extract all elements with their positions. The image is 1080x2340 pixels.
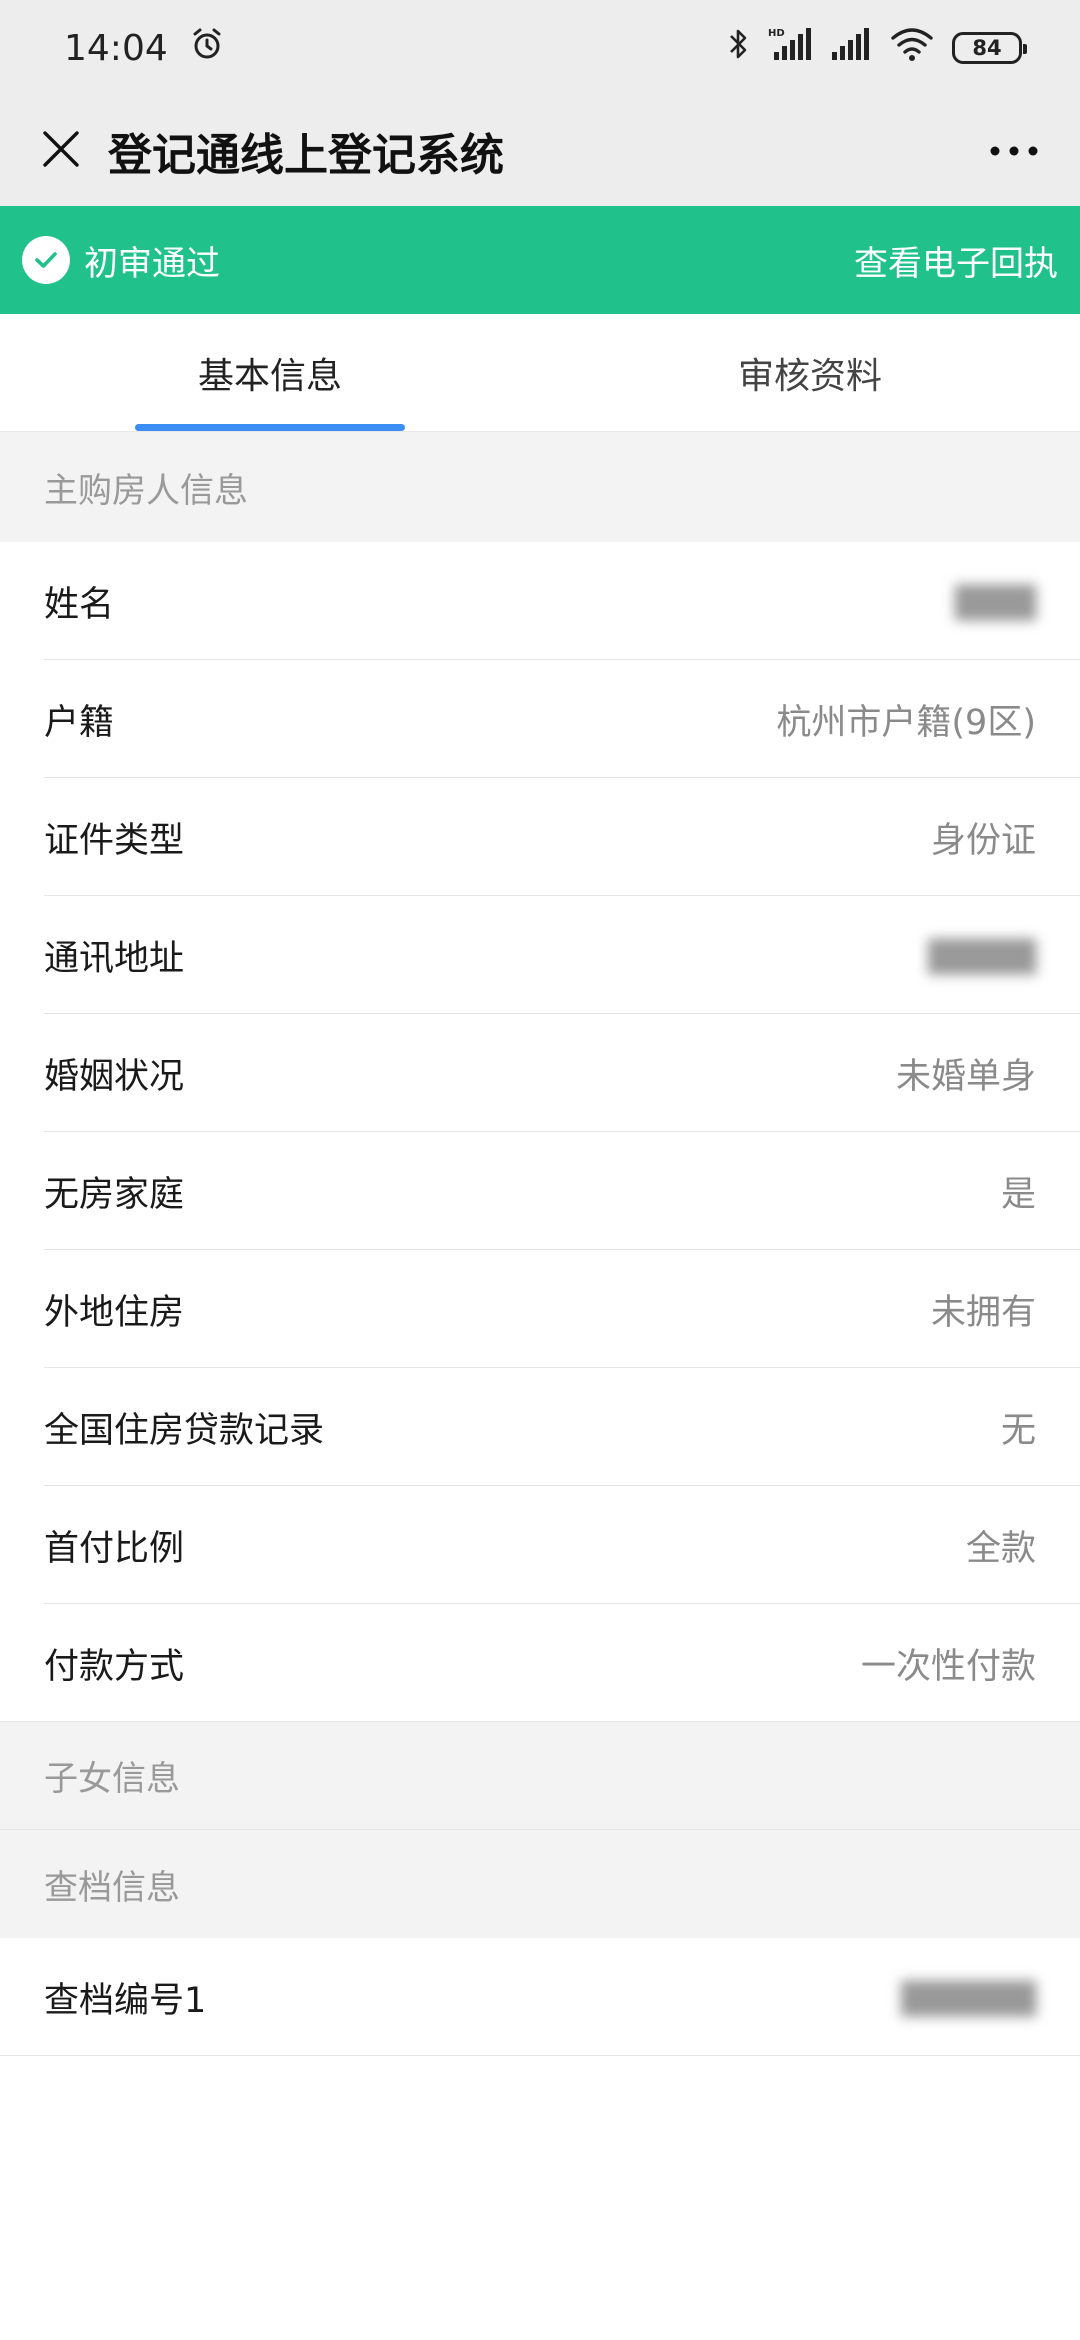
status-right: HD 84 — [728, 26, 1027, 71]
row-label: 婚姻状况 — [44, 1056, 185, 1097]
row-value: 全款 — [965, 1528, 1036, 1569]
info-row-other-city-house[interactable]: 外地住房 未拥有 — [0, 1250, 1080, 1368]
info-row-address[interactable]: 通讯地址 ▇▇▇▇ — [0, 896, 1080, 1014]
signal-icon — [830, 26, 872, 71]
tab-review-materials[interactable]: 审核资料 — [540, 314, 1080, 431]
section-title: 子女信息 — [44, 1759, 180, 1799]
nav-bar: 登记通线上登记系统 — [0, 96, 1080, 206]
battery-icon: 84 — [952, 32, 1027, 64]
row-value: 未婚单身 — [895, 1056, 1036, 1097]
row-value: 无 — [1000, 1410, 1036, 1451]
row-label: 首付比例 — [44, 1528, 185, 1569]
buyer-info-list: 姓名 ▇▇▇ 户籍 杭州市户籍(9区) 证件类型 身份证 通讯地址 ▇▇▇▇ 婚… — [0, 542, 1080, 1722]
battery-level: 84 — [972, 36, 1002, 60]
row-value-redacted: ▇▇▇ — [955, 581, 1036, 621]
row-label: 无房家庭 — [44, 1174, 185, 1215]
status-left: 14:04 — [64, 27, 224, 70]
close-icon — [41, 129, 81, 173]
status-banner: 初审通过 查看电子回执 — [0, 206, 1080, 314]
row-label: 证件类型 — [44, 820, 185, 861]
view-receipt-link[interactable]: 查看电子回执 — [854, 236, 1058, 285]
alarm-icon — [190, 27, 224, 70]
section-header-children[interactable]: 子女信息 — [0, 1722, 1080, 1830]
row-value-redacted: ▇▇▇▇▇ — [901, 1977, 1036, 2017]
status-time: 14:04 — [64, 27, 168, 69]
archive-info-list: 查档编号1 ▇▇▇▇▇ — [0, 1938, 1080, 2056]
row-value: 身份证 — [930, 820, 1036, 861]
info-row-id-type[interactable]: 证件类型 身份证 — [0, 778, 1080, 896]
status-bar: 14:04 HD 84 — [0, 0, 1080, 96]
hd-signal-icon: HD — [768, 26, 812, 71]
row-value-redacted: ▇▇▇▇ — [928, 935, 1036, 975]
review-status-label: 初审通过 — [84, 243, 220, 284]
section-header-buyer: 主购房人信息 — [0, 432, 1080, 542]
info-row-down-payment[interactable]: 首付比例 全款 — [0, 1486, 1080, 1604]
row-label: 全国住房贷款记录 — [44, 1410, 325, 1451]
section-header-archive: 查档信息 — [0, 1830, 1080, 1938]
info-row-loan-record[interactable]: 全国住房贷款记录 无 — [0, 1368, 1080, 1486]
section-title: 查档信息 — [44, 1867, 180, 1908]
info-row-name[interactable]: 姓名 ▇▇▇ — [0, 542, 1080, 660]
row-value: 是 — [1000, 1174, 1036, 1215]
row-label: 姓名 — [44, 584, 115, 625]
tab-basic-info[interactable]: 基本信息 — [0, 314, 540, 431]
row-label: 户籍 — [44, 702, 115, 743]
more-button[interactable] — [974, 116, 1054, 186]
row-label: 通讯地址 — [44, 938, 185, 979]
info-row-archive-number[interactable]: 查档编号1 ▇▇▇▇▇ — [0, 1938, 1080, 2056]
row-label: 外地住房 — [44, 1292, 185, 1333]
svg-text:HD: HD — [768, 28, 785, 39]
row-value: 杭州市户籍(9区) — [776, 702, 1036, 743]
more-icon — [989, 142, 1039, 161]
check-icon — [22, 236, 70, 284]
row-label: 查档编号1 — [44, 1980, 207, 2021]
info-row-no-house[interactable]: 无房家庭 是 — [0, 1132, 1080, 1250]
row-value: 未拥有 — [930, 1292, 1036, 1333]
info-row-household[interactable]: 户籍 杭州市户籍(9区) — [0, 660, 1080, 778]
row-value: 一次性付款 — [860, 1646, 1036, 1687]
section-title: 主购房人信息 — [44, 470, 248, 511]
review-status: 初审通过 — [22, 236, 220, 285]
info-row-marital[interactable]: 婚姻状况 未婚单身 — [0, 1014, 1080, 1132]
info-row-payment-method[interactable]: 付款方式 一次性付款 — [0, 1604, 1080, 1722]
close-button[interactable] — [26, 116, 96, 186]
tab-review-materials-label: 审核资料 — [737, 355, 882, 397]
bluetooth-icon — [728, 26, 750, 71]
wifi-icon — [890, 26, 934, 71]
row-label: 付款方式 — [44, 1646, 185, 1687]
tab-active-indicator — [135, 424, 405, 431]
tab-basic-info-label: 基本信息 — [197, 355, 342, 397]
page-title: 登记通线上登记系统 — [108, 130, 504, 181]
tab-bar: 基本信息 审核资料 — [0, 314, 1080, 432]
